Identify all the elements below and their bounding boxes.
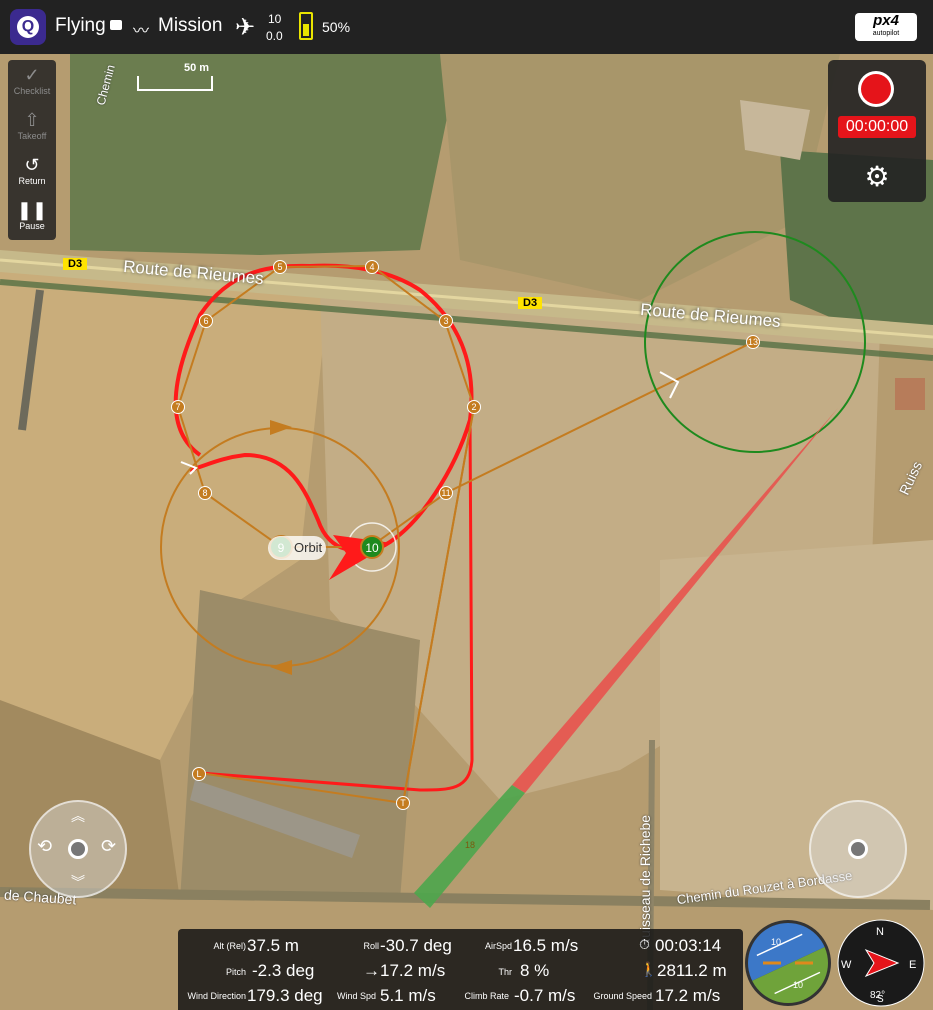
return-button[interactable]: ↺ Return bbox=[8, 152, 56, 196]
waveform-icon: 〰 bbox=[133, 23, 150, 40]
waypoint-marker[interactable]: 8 bbox=[198, 486, 212, 500]
map-scale-label: 50 m bbox=[184, 62, 210, 74]
throttle-down-icon: ︾ bbox=[71, 874, 85, 890]
qgc-logo[interactable]: Q bbox=[10, 9, 46, 45]
left-joystick[interactable]: ⟲ ⟳ ︽ ︾ bbox=[29, 800, 127, 898]
compass-e: E bbox=[909, 959, 916, 971]
compass: N E W S 82° bbox=[837, 919, 925, 1007]
gps-hdop: 0.0 bbox=[266, 29, 283, 43]
attitude-tick-top: 10 bbox=[771, 937, 781, 947]
map-view[interactable] bbox=[0, 54, 933, 1010]
alt-rel-label: Alt (Rel) bbox=[213, 941, 246, 951]
flight-state[interactable]: Flying bbox=[55, 15, 106, 37]
pitch-label: Pitch bbox=[225, 967, 246, 977]
takeoff-button[interactable]: ⇧ Takeoff bbox=[8, 107, 56, 151]
climb-label: Climb Rate bbox=[464, 991, 509, 1001]
waypoint-marker[interactable]: 3 bbox=[439, 314, 453, 328]
waypoint-marker[interactable]: T bbox=[396, 796, 410, 810]
takeoff-label: Takeoff bbox=[17, 131, 47, 141]
takeoff-icon: ⇧ bbox=[24, 110, 40, 130]
waypoint-marker[interactable]: 4 bbox=[365, 260, 379, 274]
waypoint-marker[interactable]: 18 bbox=[463, 839, 477, 853]
checkmark-icon: ✓ bbox=[24, 65, 40, 85]
airspd-value: 16.5 m/s bbox=[513, 936, 579, 955]
walker-icon: 🚶 bbox=[640, 961, 658, 977]
pause-label: Pause bbox=[19, 221, 45, 231]
checklist-button[interactable]: ✓ Checklist bbox=[8, 62, 56, 106]
telemetry-panel[interactable]: Alt (Rel) 37.5 m Roll -30.7 deg AirSpd 1… bbox=[178, 929, 743, 1010]
satellite-icon[interactable]: ✈ bbox=[235, 13, 255, 42]
px4-brand-sub: autopilot bbox=[872, 30, 900, 37]
attitude-indicator: 10 10 bbox=[745, 920, 831, 1006]
checklist-label: Checklist bbox=[13, 86, 51, 96]
message-icon[interactable] bbox=[110, 20, 122, 30]
qgc-logo-letter: Q bbox=[17, 16, 39, 38]
wind-dir-label: Wind Direction bbox=[187, 991, 246, 1001]
waypoint-marker[interactable]: 7 bbox=[171, 400, 185, 414]
camera-panel: 00:00:00 ⚙ bbox=[828, 60, 926, 202]
distance-value: 2811.2 m bbox=[657, 961, 727, 980]
battery-fill bbox=[303, 24, 309, 36]
px4-brand: px4 bbox=[873, 12, 899, 29]
record-icon[interactable] bbox=[858, 71, 894, 107]
waypoint-marker[interactable]: 6 bbox=[199, 314, 213, 328]
orbit-label-text: Orbit bbox=[294, 540, 323, 555]
throttle-up-icon: ︽ bbox=[71, 808, 85, 824]
airspd-label: AirSpd bbox=[484, 941, 512, 951]
ground-speed-value: 17.2 m/s bbox=[655, 986, 721, 1005]
time-value: 00:03:14 bbox=[655, 936, 722, 955]
top-toolbar: Q Flying 〰 Mission ✈ 10 0.0 50% px4 auto… bbox=[0, 0, 933, 54]
pitch-value: -2.3 deg bbox=[252, 961, 315, 980]
waypoint-marker[interactable]: 10 bbox=[360, 535, 384, 559]
flight-mode[interactable]: Mission bbox=[158, 15, 222, 37]
compass-n: N bbox=[876, 926, 884, 938]
yaw-arrows-right-icon: ⟳ bbox=[101, 836, 117, 856]
attitude-tick-bottom: 10 bbox=[793, 980, 803, 990]
yaw-arrows-icon: ⟲ bbox=[37, 836, 53, 856]
tool-strip: ✓ Checklist ⇧ Takeoff ↺ Return ❚❚ Pause bbox=[8, 60, 56, 240]
compass-heading: 82° bbox=[870, 990, 885, 1001]
roll-label: Roll bbox=[363, 941, 379, 951]
left-joystick-knob[interactable] bbox=[68, 839, 88, 859]
thr-value: 8 % bbox=[520, 961, 550, 980]
waypoint-marker[interactable]: 13 bbox=[746, 335, 760, 349]
gear-icon[interactable]: ⚙ bbox=[860, 160, 894, 194]
wind-spd-value: 5.1 m/s bbox=[380, 986, 436, 1005]
ground-speed-label: Ground Speed bbox=[593, 991, 652, 1001]
return-icon: ↺ bbox=[24, 155, 40, 175]
waypoint-marker[interactable]: 2 bbox=[467, 400, 481, 414]
clock-icon: ⏱ bbox=[639, 936, 650, 952]
road-badge-d3-2: D3 bbox=[518, 297, 543, 309]
return-label: Return bbox=[18, 176, 46, 186]
thr-label: Thr bbox=[498, 967, 513, 977]
battery-icon[interactable] bbox=[299, 12, 313, 40]
road-badge-d3-1: D3 bbox=[63, 258, 88, 270]
waypoint-marker[interactable]: 5 bbox=[273, 260, 287, 274]
arrow-right-icon: → bbox=[363, 961, 380, 980]
waypoint-marker[interactable]: 11 bbox=[439, 486, 453, 500]
waypoint-marker[interactable]: L bbox=[192, 767, 206, 781]
road-label-ruisseau: Ruisseau de Richebe bbox=[637, 814, 653, 948]
gps-count: 10 bbox=[268, 12, 282, 26]
right-joystick-knob[interactable] bbox=[848, 839, 868, 859]
orbit-label[interactable]: Orbit bbox=[268, 536, 326, 560]
battery-percent: 50% bbox=[322, 19, 351, 35]
alt-rel-value: 37.5 m bbox=[247, 936, 299, 955]
climb-value: -0.7 m/s bbox=[514, 986, 576, 1005]
px4-logo: px4 autopilot bbox=[855, 13, 917, 41]
record-timer: 00:00:00 bbox=[838, 116, 916, 138]
pause-icon: ❚❚ bbox=[16, 200, 48, 220]
right-joystick[interactable] bbox=[809, 800, 907, 898]
compass-w: W bbox=[841, 959, 852, 971]
wind-spd-label: Wind Spd bbox=[336, 991, 376, 1001]
pause-button[interactable]: ❚❚ Pause bbox=[8, 197, 56, 241]
